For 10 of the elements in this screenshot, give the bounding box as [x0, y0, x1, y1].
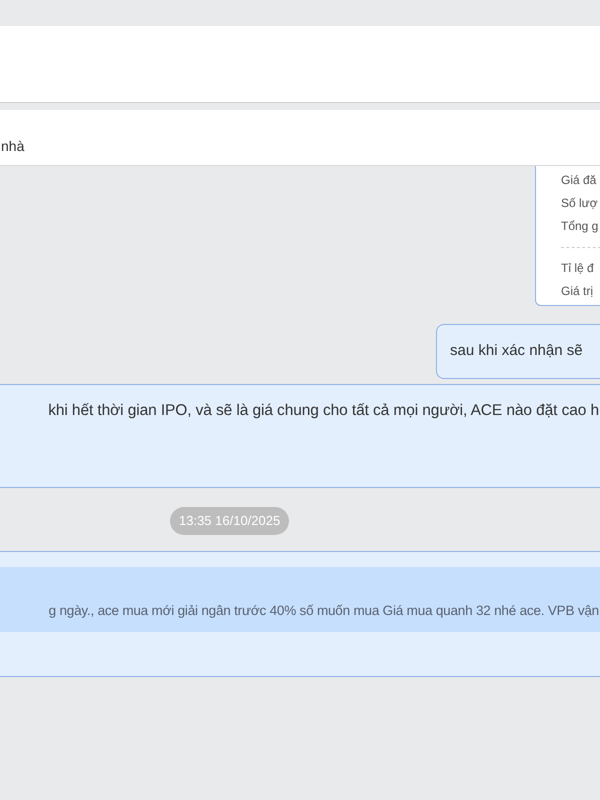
message-text: sau khi xác nhận sẽ [450, 341, 583, 362]
order-detail-label: Tổng g [561, 218, 598, 235]
order-detail-label: Giá trị [561, 283, 594, 300]
order-detail-label: Tỉ lệ đ [561, 260, 594, 277]
header-title: nhà [0, 137, 24, 156]
timestamp-pill: 13:35 16/10/2025 [170, 507, 290, 534]
message-text: g ngày., ace mua mới giải ngân trước 40% số muốn mua Giá mua quanh 32 nhé ace. VPB vận [48, 602, 599, 620]
order-detail-label: Số lượ [561, 195, 598, 212]
message-text: khi hết thời gian IPO, và sẽ là giá chung cho tất cả mọi người, ACE nào đặt cao h [48, 401, 599, 421]
order-detail-label: Giá đă [561, 172, 596, 189]
